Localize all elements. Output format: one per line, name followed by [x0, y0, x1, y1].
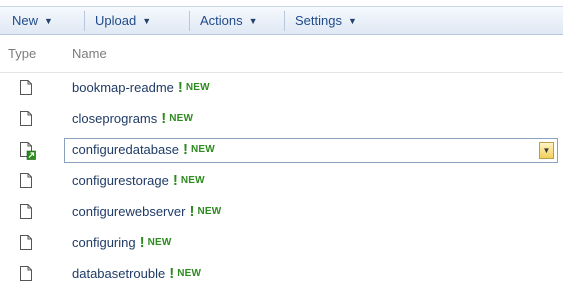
document-checked-out-icon	[20, 142, 36, 160]
document-icon	[20, 235, 32, 250]
new-badge-label: NEW	[177, 268, 202, 279]
document-icon	[20, 266, 32, 281]
chevron-down-icon: ▼	[248, 15, 258, 26]
new-badge-mark: !	[161, 110, 167, 127]
item-dropdown-button[interactable]: ▼	[539, 142, 554, 159]
document-name-link[interactable]: databasetrouble	[72, 266, 165, 281]
list-item[interactable]: configuring ! NEW	[0, 228, 563, 259]
list-item[interactable]: databasetrouble ! NEW	[0, 259, 563, 290]
upload-menu-button[interactable]: Upload ▼	[85, 7, 189, 34]
document-name-link[interactable]: closeprograms	[72, 111, 157, 126]
document-name-link[interactable]: bookmap-readme	[72, 80, 174, 95]
document-list: bookmap-readme ! NEW closeprograms ! NEW…	[0, 73, 563, 290]
new-badge-label: NEW	[197, 206, 222, 217]
toolbar: New ▼ Upload ▼ Actions ▼ Settings ▼	[0, 6, 563, 35]
list-item[interactable]: configurewebserver ! NEW	[0, 197, 563, 228]
list-item[interactable]: closeprograms ! NEW	[0, 104, 563, 135]
new-badge-label: NEW	[147, 237, 172, 248]
document-name-link[interactable]: configuredatabase	[72, 142, 179, 157]
new-badge-label: NEW	[169, 113, 194, 124]
column-header-name[interactable]: Name	[72, 46, 107, 61]
new-menu-button[interactable]: New ▼	[0, 7, 84, 34]
document-name-link[interactable]: configurestorage	[72, 173, 169, 188]
document-name-link[interactable]: configuring	[72, 235, 136, 250]
document-icon	[20, 173, 32, 188]
new-badge-mark: !	[182, 141, 188, 158]
new-badge-label: NEW	[190, 144, 215, 155]
column-header-type[interactable]: Type	[8, 46, 36, 61]
document-icon	[20, 80, 32, 95]
chevron-down-icon: ▼	[542, 146, 551, 155]
document-name-link[interactable]: configurewebserver	[72, 204, 185, 219]
chevron-down-icon: ▼	[44, 15, 53, 26]
settings-menu-button[interactable]: Settings ▼	[285, 7, 369, 34]
new-badge-mark: !	[177, 79, 183, 96]
actions-menu-label: Actions	[200, 13, 243, 28]
new-badge-mark: !	[139, 234, 145, 251]
list-item-selected[interactable]: ▼ configuredatabase ! NEW	[0, 135, 563, 166]
new-menu-label: New	[12, 13, 39, 28]
upload-menu-label: Upload	[95, 13, 137, 28]
settings-menu-label: Settings	[295, 13, 342, 28]
new-badge-label: NEW	[185, 82, 210, 93]
document-icon	[20, 111, 32, 126]
list-item[interactable]: configurestorage ! NEW	[0, 166, 563, 197]
new-badge-mark: !	[189, 203, 195, 220]
actions-menu-button[interactable]: Actions ▼	[190, 7, 284, 34]
list-header: Type Name	[0, 35, 563, 73]
new-badge-mark: !	[169, 265, 175, 282]
document-icon	[20, 204, 32, 219]
new-badge-mark: !	[172, 172, 178, 189]
new-badge-label: NEW	[180, 175, 205, 186]
list-item[interactable]: bookmap-readme ! NEW	[0, 73, 563, 104]
chevron-down-icon: ▼	[142, 15, 152, 26]
chevron-down-icon: ▼	[347, 15, 357, 26]
